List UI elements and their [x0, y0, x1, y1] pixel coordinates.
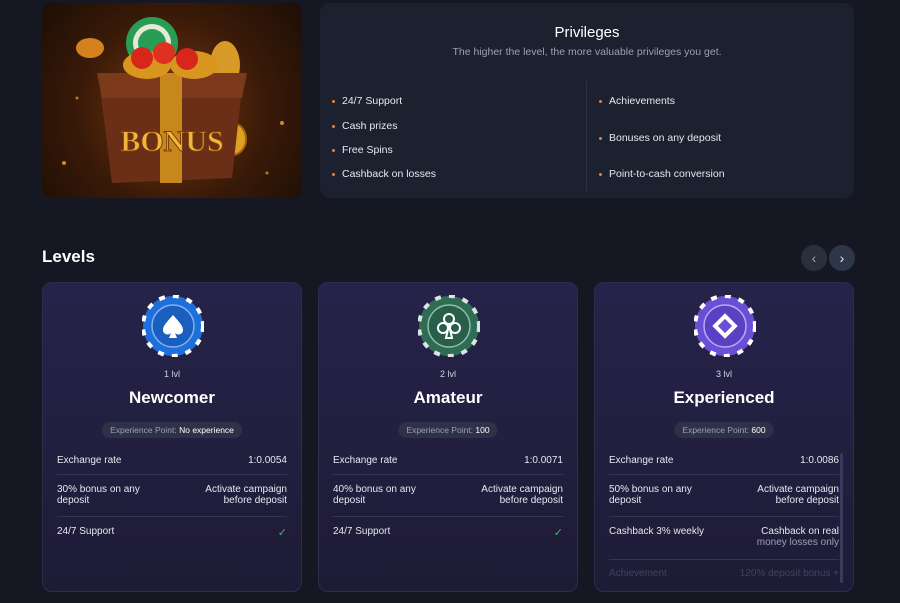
spade-chip-icon: [142, 295, 204, 357]
check-icon: ✓: [553, 527, 563, 539]
bonus-promo-image: BONUS: [42, 3, 302, 198]
xp-value: No experience: [179, 425, 234, 435]
experience-badge: Experience Point: 600: [674, 422, 774, 438]
level-name: Experienced: [673, 388, 775, 407]
row-divider: [57, 474, 287, 475]
row-value: 120% deposit bonus +: [739, 568, 839, 579]
level-card-newcomer[interactable]: 1 lvl Newcomer Experience Point: No expe…: [42, 282, 302, 592]
levels-title: Levels: [42, 247, 95, 266]
row-divider: [333, 516, 563, 517]
row-label: Exchange rate: [57, 455, 122, 466]
card-scrollbar[interactable]: [840, 453, 843, 583]
bonus-image-text: BONUS: [120, 125, 223, 158]
privilege-item: Cashback on losses: [332, 168, 436, 180]
row-divider: [57, 516, 287, 517]
xp-value: 600: [751, 425, 766, 435]
row-label: Exchange rate: [609, 455, 674, 466]
row-value: Activate campaign before deposit: [205, 484, 287, 506]
experience-badge: Experience Point: 100: [398, 422, 498, 438]
row-divider: [609, 559, 839, 560]
level-name: Newcomer: [129, 388, 215, 407]
row-value: 1:0.0086: [800, 455, 839, 466]
row-divider: [333, 474, 563, 475]
privileges-panel: Privileges The higher the level, the mor…: [320, 3, 854, 198]
row-label: Exchange rate: [333, 455, 398, 466]
row-value: 1:0.0054: [248, 455, 287, 466]
row-value: Activate campaign before deposit: [757, 484, 839, 506]
privileges-divider: [586, 81, 587, 191]
row-label: 50% bonus on any deposit: [609, 484, 692, 506]
privilege-item: Free Spins: [332, 144, 393, 156]
row-label: 30% bonus on any deposit: [57, 484, 140, 506]
prev-button[interactable]: ‹: [801, 245, 827, 271]
diamond-chip-icon: [694, 295, 756, 357]
chevron-left-icon: ‹: [811, 250, 817, 266]
xp-value: 100: [475, 425, 490, 435]
experience-badge: Experience Point: No experience: [102, 422, 242, 438]
row-divider: [609, 516, 839, 517]
row-label: Cashback 3% weekly: [609, 526, 705, 537]
level-number: 1 lvl: [163, 369, 180, 379]
row-value: Activate campaign before deposit: [481, 484, 563, 506]
row-divider: [609, 474, 839, 475]
xp-label: Experience Point:: [406, 425, 474, 435]
privileges-subtitle: The higher the level, the more valuable …: [452, 46, 722, 58]
privileges-title: Privileges: [554, 24, 620, 41]
row-value: Cashback on real money losses only: [756, 526, 839, 548]
privilege-item: 24/7 Support: [332, 95, 402, 107]
privilege-item: Achievements: [599, 95, 675, 107]
privilege-item: Bonuses on any deposit: [599, 132, 721, 144]
privilege-item: Point-to-cash conversion: [599, 168, 725, 180]
privilege-item: Cash prizes: [332, 120, 397, 132]
xp-label: Experience Point:: [110, 425, 177, 435]
club-chip-icon: [418, 295, 480, 357]
level-number: 3 lvl: [715, 369, 732, 379]
bonus-gift-illustration: BONUS: [62, 17, 284, 183]
row-value: 1:0.0071: [524, 455, 563, 466]
level-number: 2 lvl: [439, 369, 456, 379]
next-button[interactable]: ›: [829, 245, 855, 271]
level-card-amateur[interactable]: 2 lvl Amateur Experience Point: 100 Exch…: [318, 282, 578, 592]
row-label: 24/7 Support: [57, 526, 115, 537]
level-name: Amateur: [413, 388, 483, 407]
level-card-experienced[interactable]: 3 lvl Experienced Experience Point: 600 …: [594, 282, 854, 592]
xp-label: Experience Point:: [682, 425, 750, 435]
check-icon: ✓: [277, 527, 287, 539]
chevron-right-icon: ›: [839, 250, 845, 266]
row-label: Achievement: [609, 568, 667, 579]
row-label: 24/7 Support: [333, 526, 391, 537]
row-label: 40% bonus on any deposit: [333, 484, 416, 506]
